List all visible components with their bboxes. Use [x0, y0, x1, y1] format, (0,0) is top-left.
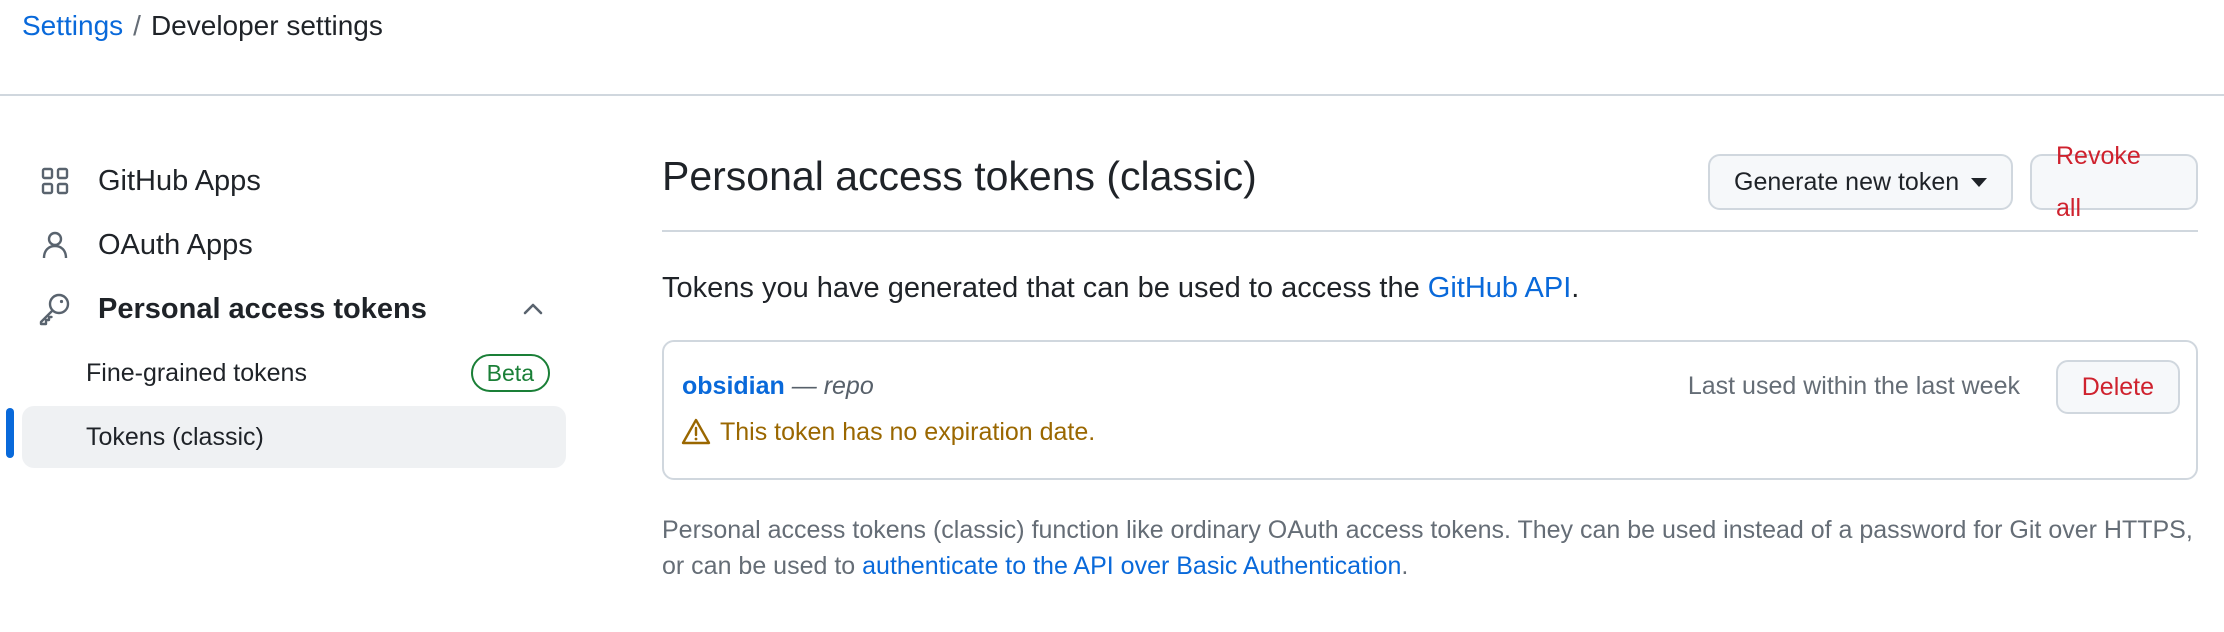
expiration-warning-text: This token has no expiration date.: [720, 418, 1096, 446]
intro-text-body: Tokens you have generated that can be us…: [662, 272, 1428, 304]
key-icon: [38, 292, 72, 326]
sidebar-item-github-apps[interactable]: GitHub Apps: [22, 150, 566, 212]
sidebar-item-label: Fine-grained tokens: [86, 358, 307, 387]
caret-down-icon: [1971, 177, 1988, 187]
apps-grid-icon: [38, 164, 72, 198]
sidebar-item-oauth-apps[interactable]: OAuth Apps: [22, 214, 566, 276]
chevron-up-icon[interactable]: [518, 294, 548, 324]
breadcrumb-current: Developer settings: [150, 10, 383, 41]
page-header: Settings / Developer settings: [0, 0, 2224, 96]
beta-badge: Beta: [470, 354, 550, 392]
basic-auth-link[interactable]: authenticate to the API over Basic Authe…: [862, 552, 1401, 580]
intro-text: Tokens you have generated that can be us…: [662, 270, 1579, 306]
breadcrumb-settings-link[interactable]: Settings: [22, 8, 123, 44]
token-name-link[interactable]: obsidian: [682, 372, 785, 400]
token-title: obsidian — repo: [682, 370, 874, 402]
footnote-text: Personal access tokens (classic) functio…: [662, 512, 2198, 584]
sidebar-item-label: OAuth Apps: [98, 228, 253, 261]
delete-token-button[interactable]: Delete: [2055, 360, 2180, 414]
token-scope: — repo: [784, 372, 874, 400]
github-api-link[interactable]: GitHub API: [1428, 272, 1571, 304]
sidebar-item-label: Tokens (classic): [86, 422, 264, 451]
sidebar-item-personal-access-tokens[interactable]: Personal access tokens: [22, 278, 566, 340]
sidebar-item-fine-grained-tokens[interactable]: Fine-grained tokens Beta: [22, 342, 566, 404]
intro-text-end: .: [1571, 272, 1580, 304]
page-title: Personal access tokens (classic): [662, 153, 1257, 199]
divider: [662, 230, 2198, 232]
active-indicator: [6, 408, 14, 458]
expiration-warning: This token has no expiration date.: [680, 416, 1095, 448]
person-icon: [38, 228, 72, 262]
revoke-all-button[interactable]: Revoke all: [2030, 142, 2198, 222]
sidebar-item-label: GitHub Apps: [98, 164, 261, 197]
alert-icon: [680, 416, 712, 448]
footnote-text-end: .: [1401, 552, 1409, 580]
generate-new-token-button[interactable]: Generate new token: [1708, 154, 2014, 210]
sidebar-item-label: Personal access tokens: [98, 292, 427, 325]
sidebar-item-tokens-classic[interactable]: Tokens (classic): [22, 406, 566, 468]
generate-new-token-label: Generate new token: [1734, 168, 1960, 196]
breadcrumb: Settings / Developer settings: [22, 8, 383, 44]
breadcrumb-separator: /: [133, 10, 141, 41]
token-last-used: Last used within the last week: [1687, 372, 2020, 400]
token-list-item: obsidian — repo Last used within the las…: [662, 340, 2198, 480]
